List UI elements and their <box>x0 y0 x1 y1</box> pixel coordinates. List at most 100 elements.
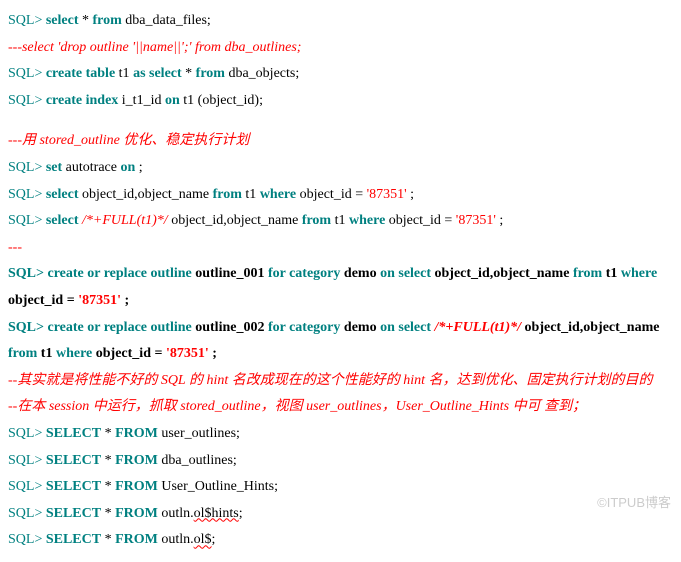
text: object_id,object_name <box>435 266 573 281</box>
text: object_id = <box>96 346 166 361</box>
kw-from: FROM <box>115 453 158 468</box>
kw: from <box>8 346 37 361</box>
sql-prompt: SQL> <box>8 426 46 441</box>
comment-line-2: ---用 stored_outline 优化、稳定执行计划 <box>8 128 673 155</box>
comment-line-4: --其实就是将性能不好的 SQL 的 hint 名改成现在的这个性能好的 hin… <box>8 368 673 395</box>
kw-table: table <box>86 66 116 81</box>
sql-prompt: SQL> <box>8 66 46 81</box>
text: object_id = <box>389 213 456 228</box>
text: dba_data_files; <box>125 13 211 28</box>
kw-select: select <box>46 213 79 228</box>
kw: on select <box>380 266 431 281</box>
kw-select: SELECT <box>46 532 101 547</box>
kw: where <box>56 346 92 361</box>
text: ; <box>410 187 414 202</box>
code-line-8: SQL> select /*+FULL(t1)*/ object_id,obje… <box>8 208 673 235</box>
kw: create or replace outline <box>48 266 192 281</box>
kw-select: SELECT <box>46 426 101 441</box>
sql-prompt: SQL> <box>8 532 46 547</box>
text: object_id,object_name <box>82 187 213 202</box>
text: ; <box>239 506 243 521</box>
sql-prompt: SQL> <box>8 506 46 521</box>
kw-from: from <box>93 13 122 28</box>
hint-comment: /*+FULL(t1)*/ <box>82 213 168 228</box>
sql-prompt: SQL> <box>8 213 46 228</box>
text: * <box>105 479 116 494</box>
code-line-6: SQL> set autotrace on ; <box>8 155 673 182</box>
literal: '87351' <box>456 213 496 228</box>
sql-prompt: SQL> <box>8 187 46 202</box>
text: outln. <box>161 532 193 547</box>
sql-prompt: SQL> <box>8 13 46 28</box>
text: t1 <box>335 213 349 228</box>
literal: '87351' <box>367 187 407 202</box>
sql-prompt: SQL> <box>8 93 46 108</box>
blank-line <box>8 114 673 128</box>
text: demo <box>344 266 380 281</box>
text: object_id,object_name <box>171 213 302 228</box>
kw: where <box>621 266 657 281</box>
code-line-3: SQL> create table t1 as select * from db… <box>8 61 673 88</box>
text: * <box>105 426 116 441</box>
text: * <box>105 453 116 468</box>
text: * <box>105 532 116 547</box>
kw-select: SELECT <box>46 479 101 494</box>
kw-from: FROM <box>115 479 158 494</box>
text: t1 (object_id); <box>183 93 263 108</box>
kw-select: select <box>149 66 182 81</box>
kw-on: on <box>120 160 135 175</box>
text: dba_objects; <box>228 66 299 81</box>
comment-line-5: --在本 session 中运行，抓取 stored_outline，视图 us… <box>8 394 673 421</box>
text: ; <box>124 293 129 308</box>
kw-from: from <box>196 66 225 81</box>
text: object_id = <box>300 187 367 202</box>
text: i_t1_id <box>122 93 165 108</box>
code-line-4: SQL> create index i_t1_id on t1 (object_… <box>8 88 673 115</box>
kw-from: from <box>302 213 331 228</box>
text: autotrace <box>66 160 121 175</box>
text: ; <box>139 160 143 175</box>
text: object_id,object_name <box>525 320 660 335</box>
hint-comment: /*+FULL(t1)*/ <box>435 320 525 335</box>
sql-prompt: SQL> <box>8 160 46 175</box>
text: outline_002 <box>195 320 268 335</box>
text: ; <box>212 532 216 547</box>
watermark: ©ITPUB博客 <box>597 491 671 516</box>
text: outline_001 <box>195 266 268 281</box>
kw-from: from <box>213 187 242 202</box>
kw: for category <box>268 266 340 281</box>
text: demo <box>344 320 380 335</box>
kw-from: FROM <box>115 532 158 547</box>
code-line-11: SQL> create or replace outline outline_0… <box>8 315 673 368</box>
literal: '87351' <box>78 293 121 308</box>
code-line-14: SQL> SELECT * FROM user_outlines; <box>8 421 673 448</box>
text: User_Outline_Hints; <box>161 479 278 494</box>
sql-prompt: SQL> <box>8 266 48 281</box>
text: * <box>105 506 116 521</box>
code-line-1: SQL> select * from dba_data_files; <box>8 8 673 35</box>
comment-line-3: --- <box>8 235 673 262</box>
sql-prompt: SQL> <box>8 320 48 335</box>
text: * <box>185 66 196 81</box>
code-line-10: SQL> create or replace outline outline_0… <box>8 261 673 314</box>
text-wavy: ol$ <box>194 532 212 547</box>
sql-prompt: SQL> <box>8 453 46 468</box>
comment-line-1: ---select 'drop outline '||name||';' fro… <box>8 35 673 62</box>
text: * <box>82 13 93 28</box>
code-line-17: SQL> SELECT * FROM outln.ol$hints; <box>8 501 673 528</box>
text: t1 <box>245 187 259 202</box>
text: t1 <box>41 346 56 361</box>
kw-set: set <box>46 160 62 175</box>
kw-where: where <box>260 187 296 202</box>
code-line-15: SQL> SELECT * FROM dba_outlines; <box>8 448 673 475</box>
text: object_id = <box>8 293 78 308</box>
kw-as: as <box>133 66 145 81</box>
code-line-7: SQL> select object_id,object_name from t… <box>8 182 673 209</box>
text-wavy: ol$hints <box>194 506 239 521</box>
kw: for category <box>268 320 340 335</box>
literal: '87351' <box>166 346 209 361</box>
text: outln. <box>161 506 193 521</box>
text: ; <box>499 213 503 228</box>
sql-prompt: SQL> <box>8 479 46 494</box>
kw-create: create <box>46 66 82 81</box>
